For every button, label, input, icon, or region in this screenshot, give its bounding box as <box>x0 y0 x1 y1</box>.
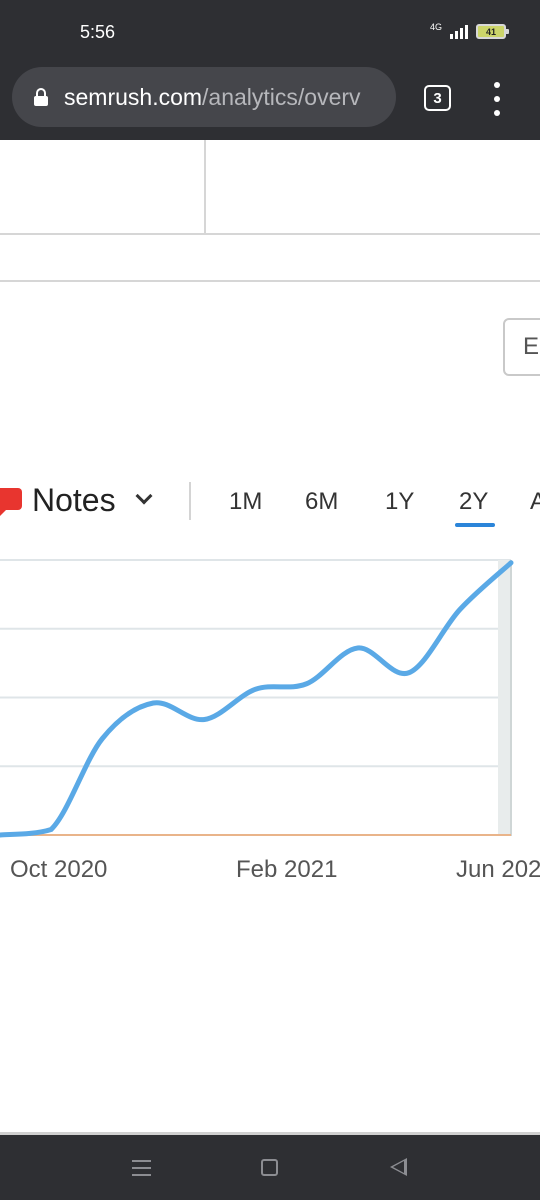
table-divider <box>0 233 540 235</box>
status-bar: 5:56 4G 41 <box>0 0 540 60</box>
back-icon[interactable] <box>390 1158 407 1176</box>
chart-hover-band <box>498 560 512 836</box>
range-1y-button[interactable]: 1Y <box>385 488 414 516</box>
controls-divider <box>189 482 191 520</box>
home-icon[interactable] <box>261 1159 278 1176</box>
notes-dropdown[interactable]: Notes <box>32 482 116 519</box>
recent-apps-icon[interactable] <box>132 1160 151 1176</box>
table-divider <box>0 280 540 282</box>
tab-switcher-button[interactable]: 3 <box>424 85 451 111</box>
range-1m-button[interactable]: 1M <box>229 488 262 516</box>
tab-count: 3 <box>433 89 442 107</box>
status-icons: 4G 41 <box>429 21 509 39</box>
chart-series-line <box>0 560 514 838</box>
lock-icon <box>34 88 48 106</box>
browser-toolbar: semrush.com /analytics/overv 3 <box>0 60 540 140</box>
traffic-line-chart <box>0 559 514 838</box>
x-tick-label: Feb 2021 <box>236 856 338 883</box>
table-divider <box>204 140 206 234</box>
x-tick-label: Jun 2021 <box>456 856 540 883</box>
chart-controls: Notes 1M 6M 1Y 2Y A <box>0 476 540 527</box>
url-domain: semrush.com <box>64 83 203 110</box>
chevron-down-icon[interactable] <box>135 487 153 505</box>
battery-icon: 41 <box>476 24 509 39</box>
chart-grid <box>0 559 511 768</box>
range-all-button[interactable]: A <box>530 488 540 516</box>
range-6m-button[interactable]: 6M <box>305 488 338 516</box>
signal-icon <box>450 24 468 39</box>
address-bar[interactable]: semrush.com /analytics/overv <box>12 67 396 127</box>
system-nav-bar <box>0 1135 540 1200</box>
export-button-label: E <box>523 333 540 360</box>
range-2y-button[interactable]: 2Y <box>459 488 488 516</box>
url-path: /analytics/overv <box>202 83 361 110</box>
battery-level: 41 <box>485 26 496 37</box>
notes-icon[interactable] <box>0 488 22 516</box>
status-time: 5:56 <box>80 22 116 42</box>
more-menu-icon[interactable] <box>489 82 505 116</box>
x-tick-label: Oct 2020 <box>10 856 108 883</box>
export-button[interactable]: E <box>503 318 540 376</box>
network-type: 4G <box>429 21 442 32</box>
active-range-indicator <box>455 523 495 527</box>
